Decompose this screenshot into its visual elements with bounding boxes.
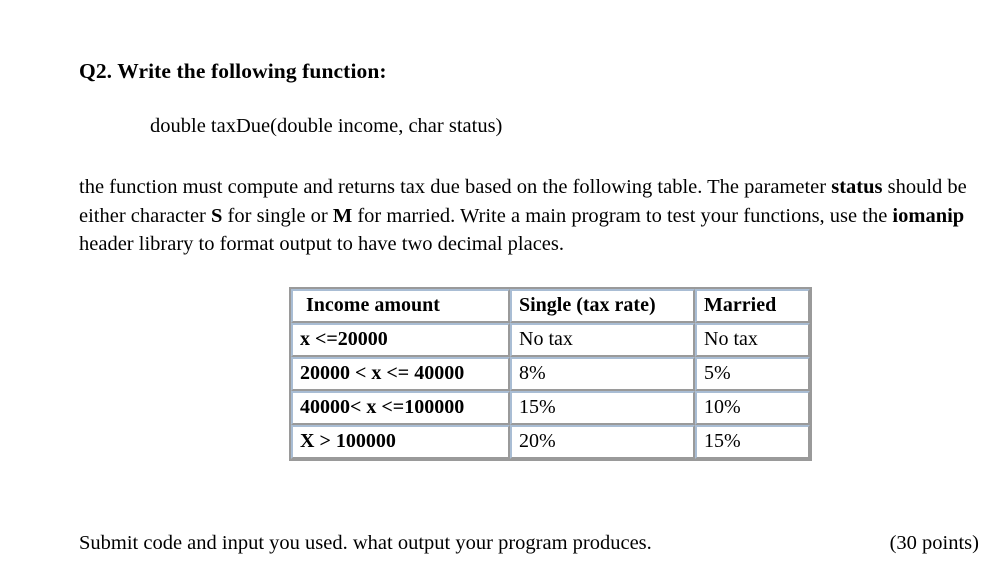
- table-cell-income: 20000 < x <= 40000: [291, 357, 510, 391]
- table-cell-single: 8%: [510, 357, 695, 391]
- table-header-single: Single (tax rate): [510, 289, 695, 323]
- body-bold-s: S: [211, 204, 223, 227]
- table-cell-income: x <=20000: [291, 323, 510, 357]
- body-text-part-1: the function must compute and returns ta…: [79, 176, 832, 198]
- tax-rate-table: Income amount Single (tax rate) Married …: [289, 287, 812, 461]
- table-row: 20000 < x <= 40000 8% 5%: [291, 357, 810, 391]
- table-row: X > 100000 20% 15%: [291, 425, 810, 459]
- table-cell-income: X > 100000: [291, 425, 510, 459]
- table-header-married: Married: [695, 289, 810, 323]
- body-text-part-3: for single or: [222, 204, 333, 227]
- document-page: Q2. Write the following function: double…: [0, 0, 1008, 584]
- table-row: x <=20000 No tax No tax: [291, 323, 810, 357]
- table-row: 40000< x <=100000 15% 10%: [291, 391, 810, 425]
- footer-line: Submit code and input you used. what out…: [79, 532, 979, 555]
- body-bold-status: status: [831, 176, 883, 198]
- table-cell-income: 40000< x <=100000: [291, 391, 510, 425]
- body-text-part-5: header library to format output to have …: [79, 233, 564, 255]
- question-heading: Q2. Write the following function:: [79, 59, 387, 83]
- body-bold-iomanip: iomanip: [892, 204, 965, 227]
- function-signature: double taxDue(double income, char status…: [150, 115, 503, 137]
- body-bold-m: M: [332, 204, 353, 227]
- table-cell-married: 15%: [695, 425, 810, 459]
- table-cell-single: 20%: [510, 425, 695, 459]
- table-cell-married: 5%: [695, 357, 810, 391]
- submit-instruction: Submit code and input you used. what out…: [79, 532, 652, 554]
- table-cell-single: 15%: [510, 391, 695, 425]
- body-text-part-4: for married. Write a main program to tes…: [352, 204, 893, 227]
- table-header-income-label: Income amount: [306, 294, 440, 316]
- table-cell-married: No tax: [695, 323, 810, 357]
- points-label: (30 points): [889, 532, 979, 554]
- table-cell-married: 10%: [695, 391, 810, 425]
- table-header-row: Income amount Single (tax rate) Married: [291, 289, 810, 323]
- table-header-income: Income amount: [291, 289, 510, 323]
- table-cell-single: No tax: [510, 323, 695, 357]
- tax-rate-table-container: Income amount Single (tax rate) Married …: [289, 287, 812, 461]
- question-body-paragraph: the function must compute and returns ta…: [79, 173, 979, 259]
